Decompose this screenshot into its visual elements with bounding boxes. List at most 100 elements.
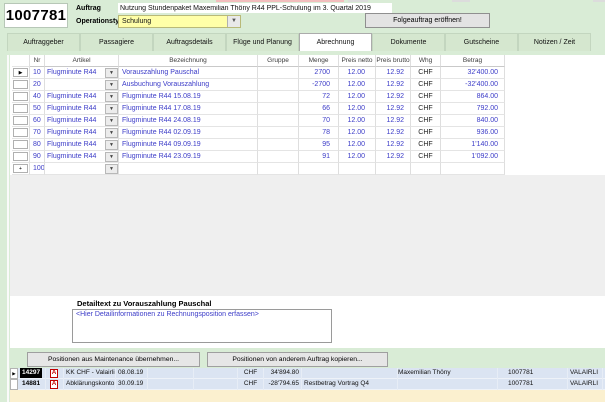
maintenance-positions-button[interactable]: Positionen aus Maintenance übernehmen...: [27, 352, 200, 367]
cell-booking-nr[interactable]: 14297: [18, 368, 46, 379]
cell-nr[interactable]: 80: [30, 139, 45, 151]
cell-nr[interactable]: 70: [30, 127, 45, 139]
cell-nr[interactable]: 50: [30, 103, 45, 115]
cell-note[interactable]: Restbetrag Vortrag Q4: [302, 379, 398, 390]
cell-artikel[interactable]: ▼: [45, 163, 119, 175]
cell-whg[interactable]: [411, 163, 441, 175]
row-selector[interactable]: +: [12, 163, 30, 175]
row-selector[interactable]: [10, 379, 18, 390]
cell-preis-brutto[interactable]: 12.92: [376, 79, 411, 91]
cell-preis-netto[interactable]: 12.00: [339, 151, 376, 163]
cell-amount[interactable]: -28'794.65: [264, 379, 302, 390]
operationstyp-select[interactable]: Schulung ▼: [118, 15, 241, 28]
tab-abrechnung[interactable]: Abrechnung: [299, 33, 372, 51]
cell-code[interactable]: VALAIRLI: [568, 379, 603, 390]
row-selector[interactable]: [12, 79, 30, 91]
cell-preis-netto[interactable]: 12.00: [339, 67, 376, 79]
cell-menge[interactable]: 2700: [299, 67, 339, 79]
cell-preis-netto[interactable]: 12.00: [339, 103, 376, 115]
cell-preis-brutto[interactable]: 12.92: [376, 103, 411, 115]
row-selector[interactable]: [12, 91, 30, 103]
cell-empty-1[interactable]: [148, 368, 194, 379]
cell-preis-netto[interactable]: 12.00: [339, 139, 376, 151]
cell-date[interactable]: 30.09.19: [116, 379, 148, 390]
cell-bezeichnung[interactable]: Vorauszahlung Pauschal: [119, 67, 258, 79]
artikel-dropdown-icon[interactable]: ▼: [105, 92, 118, 102]
cell-preis-netto[interactable]: 12.00: [339, 127, 376, 139]
cell-betrag[interactable]: -32'400.00: [441, 79, 505, 91]
artikel-dropdown-icon[interactable]: ▼: [105, 68, 118, 78]
row-selector[interactable]: [12, 139, 30, 151]
cell-empty-2[interactable]: [194, 368, 238, 379]
cell-currency[interactable]: CHF: [238, 368, 264, 379]
artikel-dropdown-icon[interactable]: ▼: [105, 104, 118, 114]
cell-menge[interactable]: -2700: [299, 79, 339, 91]
cell-whg[interactable]: CHF: [411, 91, 441, 103]
cell-betrag[interactable]: 792.00: [441, 103, 505, 115]
cell-order-number[interactable]: 1007781: [498, 379, 568, 390]
pdf-icon[interactable]: A: [50, 369, 58, 378]
cell-empty-1[interactable]: [148, 379, 194, 390]
cell-gruppe[interactable]: [258, 163, 299, 175]
cell-nr[interactable]: 90: [30, 151, 45, 163]
cell-note[interactable]: [302, 368, 398, 379]
row-selector[interactable]: [12, 103, 30, 115]
cell-menge[interactable]: 91: [299, 151, 339, 163]
cell-betrag[interactable]: 1'092.00: [441, 151, 505, 163]
cell-description[interactable]: Abklärungskonto: [64, 379, 116, 390]
cell-preis-brutto[interactable]: 12.92: [376, 127, 411, 139]
cell-whg[interactable]: CHF: [411, 103, 441, 115]
cell-order-number[interactable]: 1007781: [498, 368, 568, 379]
cell-gruppe[interactable]: [258, 127, 299, 139]
cell-preis-brutto[interactable]: 12.92: [376, 91, 411, 103]
cell-menge[interactable]: 70: [299, 115, 339, 127]
artikel-dropdown-icon[interactable]: ▼: [105, 140, 118, 150]
cell-menge[interactable]: 95: [299, 139, 339, 151]
cell-betrag[interactable]: 32'400.00: [441, 67, 505, 79]
cell-gruppe[interactable]: [258, 91, 299, 103]
tab-notizen-zeit[interactable]: Notizen / Zeit: [518, 33, 591, 51]
auftrag-input[interactable]: [118, 3, 392, 13]
cell-betrag[interactable]: 936.00: [441, 127, 505, 139]
detail-textarea[interactable]: <Hier Detailinformationen zu Rechnungspo…: [72, 309, 332, 343]
cell-artikel[interactable]: Flugminute R44▼: [45, 67, 119, 79]
cell-whg[interactable]: CHF: [411, 79, 441, 91]
cell-bezeichnung[interactable]: Ausbuchung Vorauszahlung: [119, 79, 258, 91]
tab-flüge-und-planung[interactable]: Flüge und Planung: [226, 33, 299, 51]
row-selector[interactable]: ▶: [10, 368, 18, 379]
cell-code[interactable]: VALAIRLI: [568, 368, 603, 379]
cell-nr[interactable]: 20: [30, 79, 45, 91]
cell-betrag[interactable]: 1'140.00: [441, 139, 505, 151]
cell-gruppe[interactable]: [258, 103, 299, 115]
cell-bezeichnung[interactable]: Flugminute R44 17.08.19: [119, 103, 258, 115]
cell-betrag[interactable]: 840.00: [441, 115, 505, 127]
cell-description[interactable]: KK CHF - Valairli: [64, 368, 116, 379]
cell-document[interactable]: A: [46, 368, 64, 379]
cell-gruppe[interactable]: [258, 115, 299, 127]
cell-menge[interactable]: 78: [299, 127, 339, 139]
cell-whg[interactable]: CHF: [411, 115, 441, 127]
cell-preis-brutto[interactable]: 12.92: [376, 115, 411, 127]
row-selector[interactable]: [12, 151, 30, 163]
cell-preis-brutto[interactable]: 12.92: [376, 151, 411, 163]
cell-artikel[interactable]: Flugminute R44▼: [45, 127, 119, 139]
cell-whg[interactable]: CHF: [411, 67, 441, 79]
cell-preis-brutto[interactable]: 12.92: [376, 139, 411, 151]
tab-auftragsdetails[interactable]: Auftragsdetails: [153, 33, 226, 51]
cell-menge[interactable]: [299, 163, 339, 175]
cell-gruppe[interactable]: [258, 151, 299, 163]
tab-passagiere[interactable]: Passagiere: [80, 33, 153, 51]
artikel-dropdown-icon[interactable]: ▼: [105, 116, 118, 126]
tab-auftraggeber[interactable]: Auftraggeber: [7, 33, 80, 51]
cell-gruppe[interactable]: [258, 67, 299, 79]
cell-bezeichnung[interactable]: Flugminute R44 23.09.19: [119, 151, 258, 163]
cell-betrag[interactable]: [441, 163, 505, 175]
cell-preis-brutto[interactable]: [376, 163, 411, 175]
copy-positions-button[interactable]: Positionen von anderem Auftrag kopieren.…: [207, 352, 388, 367]
cell-empty-2[interactable]: [194, 379, 238, 390]
cell-bezeichnung[interactable]: Flugminute R44 02.09.19: [119, 127, 258, 139]
pdf-icon[interactable]: A: [50, 380, 58, 389]
cell-artikel[interactable]: Flugminute R44▼: [45, 151, 119, 163]
cell-whg[interactable]: CHF: [411, 151, 441, 163]
cell-menge[interactable]: 72: [299, 91, 339, 103]
